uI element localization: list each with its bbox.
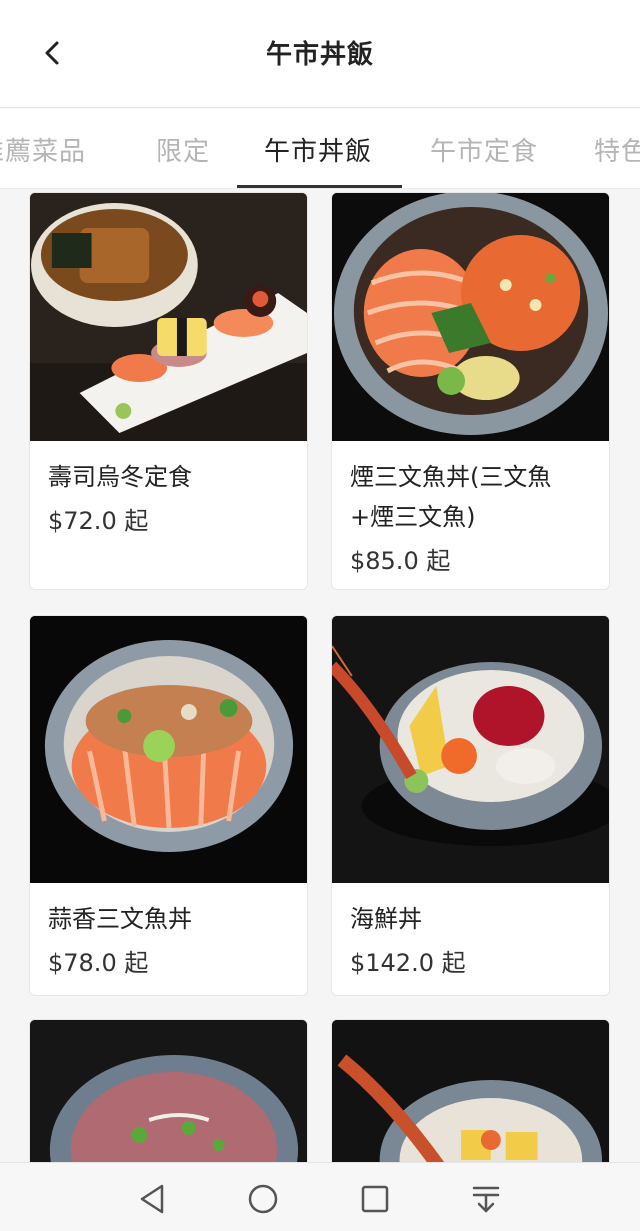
product-card[interactable] (29, 1019, 308, 1162)
product-image (30, 1020, 307, 1162)
nav-back-button[interactable] (132, 1179, 172, 1219)
product-name: 海鮮丼 (350, 905, 422, 933)
home-circle-icon (248, 1184, 278, 1214)
tab-lunch-don[interactable]: 午市丼飯 (264, 131, 372, 168)
product-name: 蒜香三文魚丼 (48, 905, 192, 933)
product-image (332, 193, 609, 441)
product-price: $78.0 起 (48, 949, 149, 977)
product-image (30, 616, 307, 883)
product-price: $142.0 起 (350, 949, 466, 977)
product-name: 煙三文魚丼(三文魚+煙三文魚) (350, 463, 552, 531)
product-name: 壽司烏冬定食 (48, 463, 192, 491)
category-tabs: 推薦菜品 限定 午市丼飯 午市定食 特色 (0, 109, 640, 189)
nav-home-button[interactable] (243, 1179, 283, 1219)
tab-limited[interactable]: 限定 (156, 131, 210, 168)
product-image (30, 193, 307, 441)
product-price: $72.0 起 (48, 507, 149, 535)
tab-special[interactable]: 特色 (594, 131, 640, 168)
tab-lunch-set[interactable]: 午市定食 (430, 131, 538, 168)
recents-square-icon (361, 1185, 389, 1213)
product-card[interactable]: 海鮮丼 $142.0 起 (331, 615, 610, 996)
product-card[interactable]: 壽司烏冬定食 $72.0 起 (29, 192, 308, 590)
product-image (332, 1020, 609, 1162)
product-card[interactable]: 蒜香三文魚丼 $78.0 起 (29, 615, 308, 996)
system-nav-bar (0, 1162, 640, 1231)
nav-recents-button[interactable] (355, 1179, 395, 1219)
product-grid[interactable]: 壽司烏冬定食 $72.0 起 煙三文魚丼(三文魚+煙三文魚) $85.0 起 蒜… (0, 190, 640, 1162)
nav-menu-button[interactable] (466, 1179, 506, 1219)
product-price: $85.0 起 (350, 547, 451, 575)
menu-down-icon (472, 1186, 500, 1213)
back-triangle-icon (140, 1184, 164, 1214)
app-header: 午市丼飯 (0, 0, 640, 108)
page-title: 午市丼飯 (265, 40, 374, 70)
tab-recommended[interactable]: 推薦菜品 (0, 131, 86, 168)
product-image (332, 616, 609, 883)
active-tab-indicator (237, 185, 402, 188)
product-card[interactable]: 煙三文魚丼(三文魚+煙三文魚) $85.0 起 (331, 192, 610, 590)
product-card[interactable] (331, 1019, 610, 1162)
